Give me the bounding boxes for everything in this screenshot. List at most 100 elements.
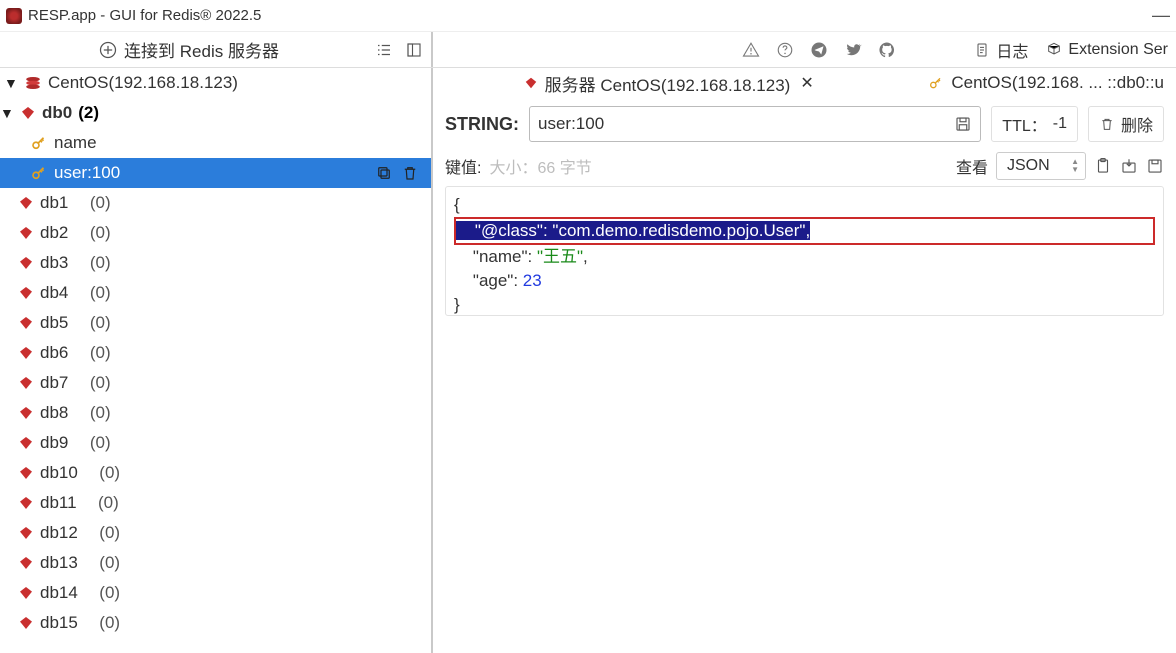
value-label: 键值: [445,154,481,178]
db-name: db3 [40,253,68,273]
extension-button[interactable]: Extension Ser [1046,41,1168,59]
db-count: (0) [99,523,120,543]
db0-node[interactable]: ▼ db0 (2) [0,98,431,128]
db-count: (0) [90,373,111,393]
alert-triangle-icon[interactable] [742,41,760,59]
db-name: db14 [40,583,78,603]
log-label: 日志 [996,38,1028,62]
db-node[interactable]: db3 (0) [0,248,431,278]
db-icon [18,615,34,631]
key-name-value: user:100 [538,114,604,134]
close-icon[interactable]: ✕ [796,73,813,93]
db-icon [18,375,34,391]
key-icon [30,134,48,152]
json-name-line: "name": "王五", [454,245,1155,269]
view-label: 查看 [956,154,988,178]
twitter-icon[interactable] [844,41,862,59]
db-icon [20,105,36,121]
sidebar: ▼ CentOS(192.168.18.123) ▼ db0 (2) name u… [0,68,433,653]
db-icon [18,225,34,241]
value-editor[interactable]: { "@class": "com.demo.redisdemo.pojo.Use… [445,186,1164,316]
db-name: db4 [40,283,68,303]
db-name: db12 [40,523,78,543]
db-name: db6 [40,343,68,363]
key-name-input[interactable]: user:100 [529,106,981,142]
db-count: (0) [99,553,120,573]
db-count: (0) [98,493,119,513]
json-class-line-highlight: "@class": "com.demo.redisdemo.pojo.User"… [454,217,1155,245]
db-node[interactable]: db7 (0) [0,368,431,398]
log-button[interactable]: 日志 [974,38,1028,62]
trash-icon[interactable] [401,164,419,182]
connect-label: 连接到 Redis 服务器 [124,37,279,62]
db-count: (0) [90,403,111,423]
db-icon [18,555,34,571]
app-logo-icon [6,8,22,24]
telegram-icon[interactable] [810,41,828,59]
db-node[interactable]: db5 (0) [0,308,431,338]
clipboard-icon[interactable] [1094,157,1112,175]
ttl-button[interactable]: TTL： -1 [991,106,1078,142]
delete-label: 删除 [1121,112,1153,136]
save-file-icon[interactable] [1146,157,1164,175]
db0-count: (2) [78,103,99,123]
select-chevron-icon: ▲▼ [1071,158,1079,174]
db-node[interactable]: db14 (0) [0,578,431,608]
help-circle-icon[interactable] [776,41,794,59]
list-view-icon[interactable] [375,41,393,59]
document-icon [974,42,990,58]
window-title: RESP.app - GUI for Redis® 2022.5 [28,7,261,24]
db-node[interactable]: db1 (0) [0,188,431,218]
db-node[interactable]: db9 (0) [0,428,431,458]
db-count: (0) [99,463,120,483]
db-icon [18,525,34,541]
top-toolbar: 连接到 Redis 服务器 日志 Extension Ser [0,32,1176,68]
db-count: (0) [90,223,111,243]
db-icon [18,345,34,361]
db-name: db11 [40,493,77,513]
save-icon[interactable] [954,115,972,133]
ttl-value: -1 [1053,115,1067,133]
db-node[interactable]: db12 (0) [0,518,431,548]
chevron-down-icon: ▼ [0,105,14,121]
db-name: db7 [40,373,68,393]
copy-icon[interactable] [375,164,393,182]
db-node[interactable]: db6 (0) [0,338,431,368]
db-icon [18,285,34,301]
view-format-value: JSON [1007,157,1050,175]
titlebar: RESP.app - GUI for Redis® 2022.5 — [0,0,1176,32]
minimize-icon[interactable]: — [1152,5,1170,26]
cube-icon [1046,42,1062,58]
tab-key[interactable]: CentOS(192.168. ... ::db0::u [921,71,1170,95]
db-icon [18,435,34,451]
tab-server[interactable]: 服务器 CentOS(192.168.18.123) ✕ [517,69,820,98]
import-icon[interactable] [1120,157,1138,175]
db-node[interactable]: db2 (0) [0,218,431,248]
db-icon [18,195,34,211]
key-label: name [54,133,97,153]
db-icon [18,465,34,481]
github-icon[interactable] [878,41,896,59]
key-node[interactable]: name [0,128,431,158]
delete-button[interactable]: 删除 [1088,106,1164,142]
db-node[interactable]: db13 (0) [0,548,431,578]
db-icon [18,255,34,271]
left-toolbar: 连接到 Redis 服务器 [0,32,433,67]
key-node[interactable]: user:100 [0,158,431,188]
panel-toggle-icon[interactable] [405,41,423,59]
server-label: CentOS(192.168.18.123) [48,73,238,93]
db-node[interactable]: db11 (0) [0,488,431,518]
db-count: (0) [90,313,111,333]
json-open: { [454,193,1155,217]
db-node[interactable]: db8 (0) [0,398,431,428]
connect-redis-button[interactable]: 连接到 Redis 服务器 [8,37,369,62]
db-node[interactable]: db4 (0) [0,278,431,308]
db-node[interactable]: db10 (0) [0,458,431,488]
server-node[interactable]: ▼ CentOS(192.168.18.123) [0,68,431,98]
ttl-label: TTL： [1002,112,1046,136]
tab-secondary-label: CentOS(192.168. ... ::db0::u [951,73,1164,93]
view-format-select[interactable]: JSON ▲▼ [996,152,1086,180]
db-node[interactable]: db15 (0) [0,608,431,638]
key-icon [927,74,945,92]
db-icon [18,405,34,421]
